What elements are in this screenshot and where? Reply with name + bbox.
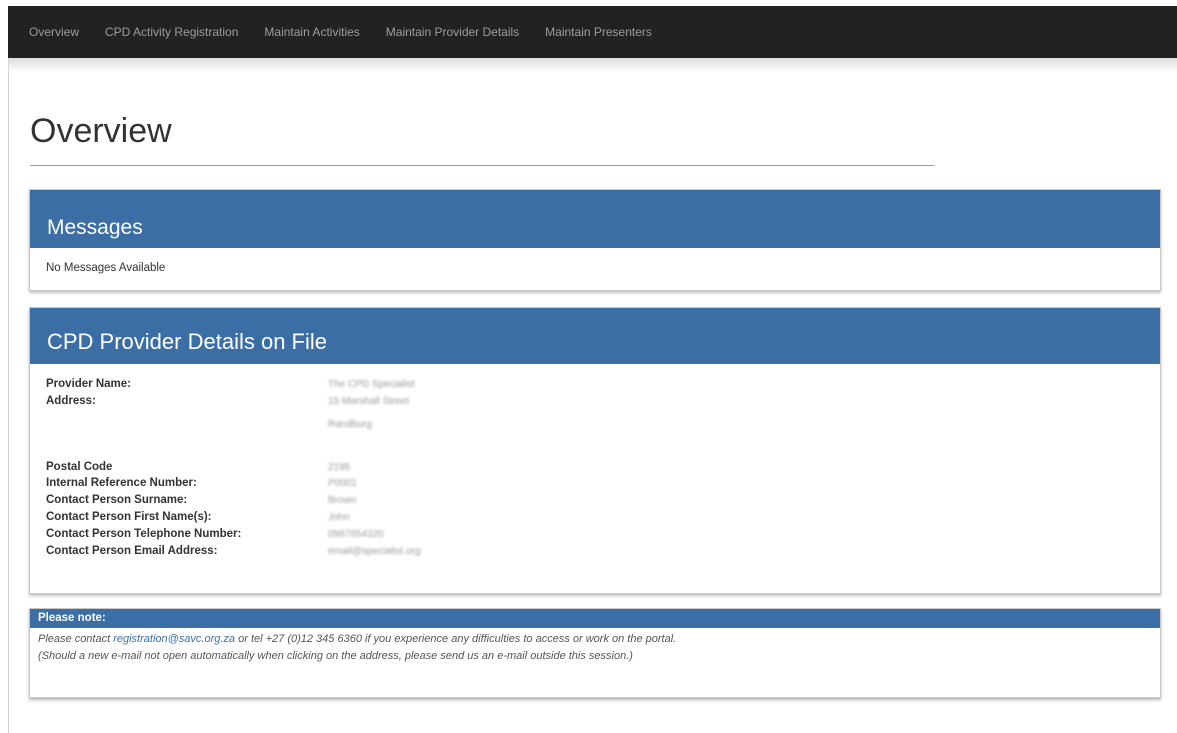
- value-contact-first-names: John: [328, 512, 350, 523]
- messages-heading: Messages: [30, 190, 1160, 248]
- registration-email-link[interactable]: registration@savc.org.za: [113, 633, 235, 645]
- value-internal-reference: P0001: [328, 478, 357, 489]
- label-contact-email: Contact Person Email Address:: [46, 545, 218, 557]
- value-address-line1: 15 Marshall Street: [328, 396, 410, 407]
- label-internal-reference: Internal Reference Number:: [46, 477, 197, 489]
- messages-panel: Messages No Messages Available: [29, 189, 1161, 291]
- label-contact-surname: Contact Person Surname:: [46, 494, 188, 506]
- label-contact-first-names: Contact Person First Name(s):: [46, 511, 212, 523]
- provider-details-heading: CPD Provider Details on File: [30, 308, 1160, 364]
- nav-cpd-activity-registration[interactable]: CPD Activity Registration: [92, 6, 251, 58]
- nav-maintain-provider-details[interactable]: Maintain Provider Details: [373, 6, 532, 58]
- please-note-heading: Please note:: [30, 609, 1160, 628]
- messages-body: No Messages Available: [46, 262, 166, 274]
- nav-maintain-activities[interactable]: Maintain Activities: [251, 6, 372, 58]
- label-postal-code: Postal Code: [46, 461, 113, 473]
- please-note-panel: Please note: Please contact registration…: [29, 608, 1161, 698]
- label-provider-name: Provider Name:: [46, 378, 132, 390]
- nav-maintain-presenters[interactable]: Maintain Presenters: [532, 6, 665, 58]
- navbar-shadow: [8, 58, 1177, 72]
- title-divider: [30, 165, 934, 166]
- value-provider-name: The CPD Specialist: [328, 379, 415, 390]
- label-address: Address:: [46, 395, 96, 407]
- top-navbar: Overview CPD Activity Registration Maint…: [8, 6, 1177, 60]
- value-contact-telephone: 0987654320: [328, 529, 384, 540]
- note-line-2: (Should a new e-mail not open automatica…: [38, 650, 633, 662]
- note-line-1-prefix: Please contact: [38, 633, 114, 645]
- note-line-1: Please contact registration@savc.org.za …: [30, 628, 1160, 648]
- value-postal-code: 2195: [328, 462, 351, 473]
- provider-details-panel: CPD Provider Details on File Provider Na…: [29, 307, 1161, 594]
- page-left-border: [8, 58, 9, 733]
- nav-overview[interactable]: Overview: [8, 6, 92, 58]
- note-line-1-suffix: or tel +27 (0)12 345 6360 if you experie…: [235, 633, 677, 645]
- value-contact-email: email@specialist.org: [328, 546, 421, 557]
- value-contact-surname: Brown: [328, 495, 357, 506]
- value-address-line2: Randburg: [328, 419, 372, 430]
- page-title: Overview: [30, 112, 172, 150]
- label-contact-telephone: Contact Person Telephone Number:: [46, 528, 242, 540]
